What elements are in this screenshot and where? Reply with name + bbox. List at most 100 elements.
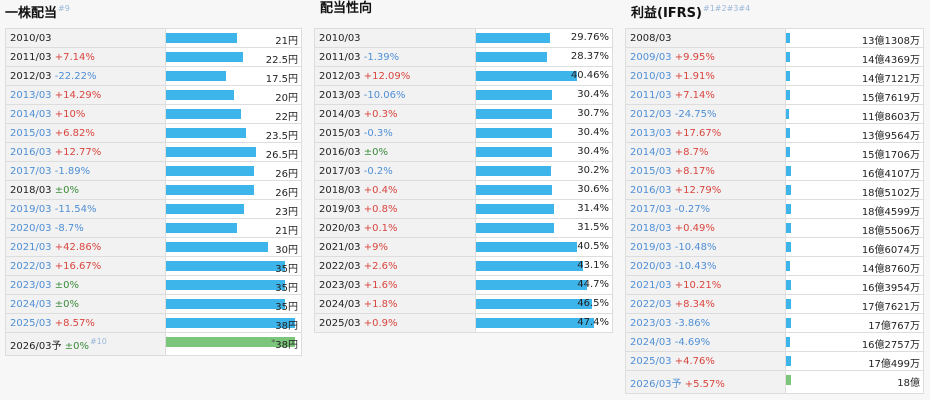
period-date[interactable]: 2025/03 [10,318,52,329]
period-date[interactable]: 2019/03 [630,242,672,253]
period-cell: 2018/03 +0.49% [625,218,786,238]
period-date: 2018/03 [319,184,361,196]
period-date[interactable]: 2015/03 [630,166,672,177]
value-label: 30.4% [577,146,609,157]
table-row: 2013/03 +14.29% 20円 [5,85,302,105]
value-cell: 16億3954万 [785,275,924,295]
period-date: 2013/03 [319,89,361,101]
period-cell: 2014/03 +10% [5,104,166,124]
period-cell: 2018/03 +0.4% [314,180,476,200]
period-date[interactable]: 2025/03 [630,356,672,367]
payout-panel: 配当性向 2010/03 29.76% 2011/03 -1.39% 28.37% 20… [314,0,614,333]
period-date[interactable]: 2022/03 [630,299,672,310]
table-row: 2020/03 -8.7% 21円 [5,218,302,238]
period-date[interactable]: 2016/03 [630,185,672,196]
change-rate: +7.14% [671,89,715,101]
change-rate: +0.9% [360,317,398,329]
value-bar [166,52,243,62]
period-cell: 2012/03 -22.22% [5,66,166,86]
period-date[interactable]: 2017/03 [10,166,52,177]
dividend-title-note[interactable]: #9 [58,4,70,13]
change-rate: ±0% [61,340,89,352]
period-cell: 2014/03 +0.3% [314,104,476,124]
value-bar [476,185,552,195]
value-cell: 20円 [165,85,302,105]
period-date[interactable]: 2013/03 [10,90,52,101]
table-row: 2025/03 +0.9% 47.4% [314,313,613,333]
footnote-link[interactable]: #10 [90,337,107,346]
period-date: 2026/03予 [10,340,62,352]
period-date[interactable]: 2021/03 [630,280,672,291]
table-row: 2024/03 -4.69% 16億2757万 [625,332,924,352]
profit-title-note[interactable]: #1#2#3#4 [703,4,750,13]
value-cell: 11億8603万 [785,104,924,124]
period-date[interactable]: 2017/03 [630,204,672,215]
period-date[interactable]: 2023/03 [630,318,672,329]
value-bar [476,166,551,176]
period-date[interactable]: 2011/03 [630,90,672,101]
period-date[interactable]: 2012/03 [630,109,672,120]
change-rate: -10.48% [671,241,717,253]
value-cell: 28.37% [475,47,613,67]
value-bar [476,52,547,62]
period-cell: 2016/03 ±0% [314,142,476,162]
dividend-table: 2010/03 21円 2011/03 +7.14% 22.5円 2012/03 -22… [5,28,302,356]
value-label: 47.4% [577,317,609,328]
period-date[interactable]: 2021/03 [10,242,52,253]
table-row: 2016/03 ±0% 30.4% [314,142,613,162]
period-cell: 2026/03予 +5.57% [625,370,786,394]
dividend-title: 一株配当#9 [5,4,70,21]
period-date[interactable]: 2014/03 [630,147,672,158]
table-row: 2018/03 +0.4% 30.6% [314,180,613,200]
period-date[interactable]: 2026/03予 [630,379,682,390]
value-cell: 18億4599万 [785,199,924,219]
value-label: 35円 [275,283,298,294]
period-date: 2014/03 [319,108,361,120]
period-cell: 2017/03 -1.89% [5,161,166,181]
change-rate: +8.17% [671,165,715,177]
period-date[interactable]: 2009/03 [630,52,672,63]
period-date[interactable]: 2022/03 [10,261,52,272]
period-date[interactable]: 2015/03 [10,128,52,139]
table-row: 2025/03 +4.76% 17億499万 [625,351,924,371]
table-row: 2021/03 +9% 40.5% [314,237,613,257]
table-row: 2020/03 +0.1% 31.5% [314,218,613,238]
period-date[interactable]: 2013/03 [630,128,672,139]
change-rate: +4.76% [671,355,715,367]
period-cell: 2021/03 +9% [314,237,476,257]
period-date[interactable]: 2020/03 [10,223,52,234]
period-date: 2011/03 [319,51,361,63]
period-cell: 2025/03 +8.57% [5,313,166,333]
value-cell: 30.7% [475,104,613,124]
value-cell: 30.2% [475,161,613,181]
period-date[interactable]: 2024/03 [630,337,672,348]
period-cell: 2024/03 -4.69% [625,332,786,352]
period-cell: 2014/03 +8.7% [625,142,786,162]
period-date[interactable]: 2023/03 [10,280,52,291]
value-bar [786,204,791,214]
change-rate: +8.7% [671,146,709,158]
value-bar [476,299,592,309]
period-date[interactable]: 2024/03 [10,299,52,310]
value-bar [786,185,791,195]
forecast-row: 2026/03予 ±0%#10 *38円 [5,332,302,356]
table-row: 2022/03 +8.34% 17億7621万 [625,294,924,314]
period-date[interactable]: 2018/03 [630,223,672,234]
value-cell: 30.4% [475,85,613,105]
period-date[interactable]: 2016/03 [10,147,52,158]
change-rate: +12.79% [671,184,722,196]
value-cell: 16億2757万 [785,332,924,352]
value-label: 18億5102万 [861,188,920,199]
table-row: 2014/03 +8.7% 15億1706万 [625,142,924,162]
period-date[interactable]: 2020/03 [630,261,672,272]
period-date[interactable]: 2019/03 [10,204,52,215]
value-cell: 40.46% [475,66,613,86]
value-cell: 17億7621万 [785,294,924,314]
period-date[interactable]: 2014/03 [10,109,52,120]
value-cell: 30.4% [475,123,613,143]
value-cell: 14億4369万 [785,47,924,67]
value-label: 35円 [275,302,298,313]
value-label: 22.5円 [265,55,298,66]
value-bar [476,109,552,119]
period-date[interactable]: 2010/03 [630,71,672,82]
